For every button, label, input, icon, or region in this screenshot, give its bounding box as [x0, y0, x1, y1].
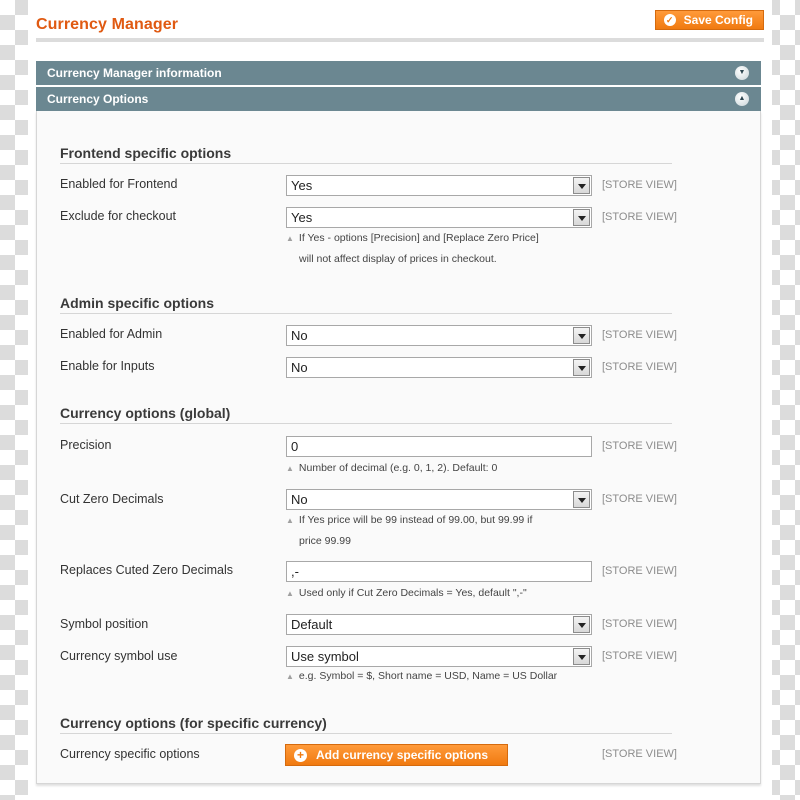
label-exclude-for-checkout: Exclude for checkout [60, 209, 177, 223]
page-header: Currency Manager ✓ Save Config [36, 8, 764, 42]
field-note: ▲ If Yes price will be 99 instead of 99.0… [286, 514, 533, 547]
page-title: Currency Manager [36, 16, 179, 33]
select-value: Use symbol [291, 649, 359, 664]
symbol-position-select[interactable]: Default [286, 614, 592, 635]
field-note: ▲ e.g. Symbol = $, Short name = USD, Name… [286, 670, 558, 682]
dropdown-arrow-icon[interactable] [573, 616, 590, 633]
page: Currency Manager ✓ Save Config Currency … [28, 0, 772, 800]
select-value: No [291, 360, 308, 375]
input-value: ,- [291, 564, 299, 579]
field-note: ▲ Used only if Cut Zero Decimals = Yes, d… [286, 587, 527, 599]
note-triangle-icon: ▲ [286, 464, 294, 473]
scope-label: [STORE VIEW] [602, 329, 677, 341]
label-enabled-for-frontend: Enabled for Frontend [60, 177, 178, 191]
scope-label: [STORE VIEW] [602, 440, 677, 452]
scope-label: [STORE VIEW] [602, 211, 677, 223]
scope-label: [STORE VIEW] [602, 650, 677, 662]
scope-label: [STORE VIEW] [602, 361, 677, 373]
add-currency-specific-options-button[interactable]: + Add currency specific options [285, 744, 508, 766]
field-note: ▲ Number of decimal (e.g. 0, 1, 2). Defau… [286, 462, 498, 474]
section-header-currency-manager-information[interactable]: Currency Manager information ▼ [36, 61, 761, 85]
checkmark-circle-icon: ✓ [663, 14, 676, 26]
label-cut-zero-decimals: Cut Zero Decimals [60, 492, 164, 506]
input-value: 0 [291, 439, 299, 454]
label-enabled-for-admin: Enabled for Admin [60, 327, 163, 341]
section-title: Currency Options [47, 92, 149, 106]
select-value: Yes [291, 210, 313, 225]
label-currency-symbol-use: Currency symbol use [60, 649, 178, 663]
currency-symbol-use-select[interactable]: Use symbol [286, 646, 592, 667]
label-enable-for-inputs: Enable for Inputs [60, 359, 155, 373]
dropdown-arrow-icon[interactable] [573, 177, 590, 194]
note-triangle-icon: ▲ [286, 589, 294, 598]
precision-input[interactable]: 0 [286, 436, 592, 457]
section-title: Currency Manager information [47, 66, 222, 80]
scope-label: [STORE VIEW] [602, 565, 677, 577]
exclude-for-checkout-select[interactable]: Yes [286, 207, 592, 228]
scope-label: [STORE VIEW] [602, 179, 677, 191]
dropdown-arrow-icon[interactable] [573, 209, 590, 226]
label-symbol-position: Symbol position [60, 617, 149, 631]
note-triangle-icon: ▲ [286, 516, 294, 525]
dropdown-arrow-icon[interactable] [573, 491, 590, 508]
select-value: Yes [291, 178, 313, 193]
enabled-for-admin-select[interactable]: No [286, 325, 592, 346]
scope-label: [STORE VIEW] [602, 748, 677, 760]
save-config-label: Save Config [683, 13, 753, 27]
enabled-for-frontend-select[interactable]: Yes [286, 175, 592, 196]
replaces-cuted-zero-decimals-input[interactable]: ,- [286, 561, 592, 582]
note-triangle-icon: ▲ [286, 234, 294, 243]
plus-circle-icon: + [294, 748, 307, 762]
dropdown-arrow-icon[interactable] [573, 359, 590, 376]
dropdown-arrow-icon[interactable] [573, 648, 590, 665]
group-title-global: Currency options (global) [60, 405, 672, 424]
currency-options-panel: Frontend specific options Enabled for Fr… [36, 111, 761, 784]
section-header-currency-options[interactable]: Currency Options ▲ [36, 87, 761, 111]
select-value: No [291, 328, 308, 343]
chevron-up-circle-icon[interactable]: ▲ [735, 92, 749, 106]
dropdown-arrow-icon[interactable] [573, 327, 590, 344]
label-replaces-cuted-zero-decimals: Replaces Cuted Zero Decimals [60, 563, 233, 577]
group-title-specific-currency: Currency options (for specific currency) [60, 715, 672, 734]
select-value: No [291, 492, 308, 507]
save-config-button[interactable]: ✓ Save Config [654, 10, 764, 30]
add-button-label: Add currency specific options [316, 748, 489, 762]
enable-for-inputs-select[interactable]: No [286, 357, 592, 378]
label-currency-specific-options: Currency specific options [60, 747, 200, 761]
cut-zero-decimals-select[interactable]: No [286, 489, 592, 510]
field-note: ▲ If Yes - options [Precision] and [Repla… [286, 232, 539, 265]
note-triangle-icon: ▲ [286, 672, 294, 681]
group-title-frontend: Frontend specific options [60, 145, 672, 164]
label-precision: Precision [60, 438, 112, 452]
group-title-admin: Admin specific options [60, 295, 672, 314]
scope-label: [STORE VIEW] [602, 493, 677, 505]
select-value: Default [291, 617, 333, 632]
chevron-down-circle-icon[interactable]: ▼ [735, 66, 749, 80]
scope-label: [STORE VIEW] [602, 618, 677, 630]
